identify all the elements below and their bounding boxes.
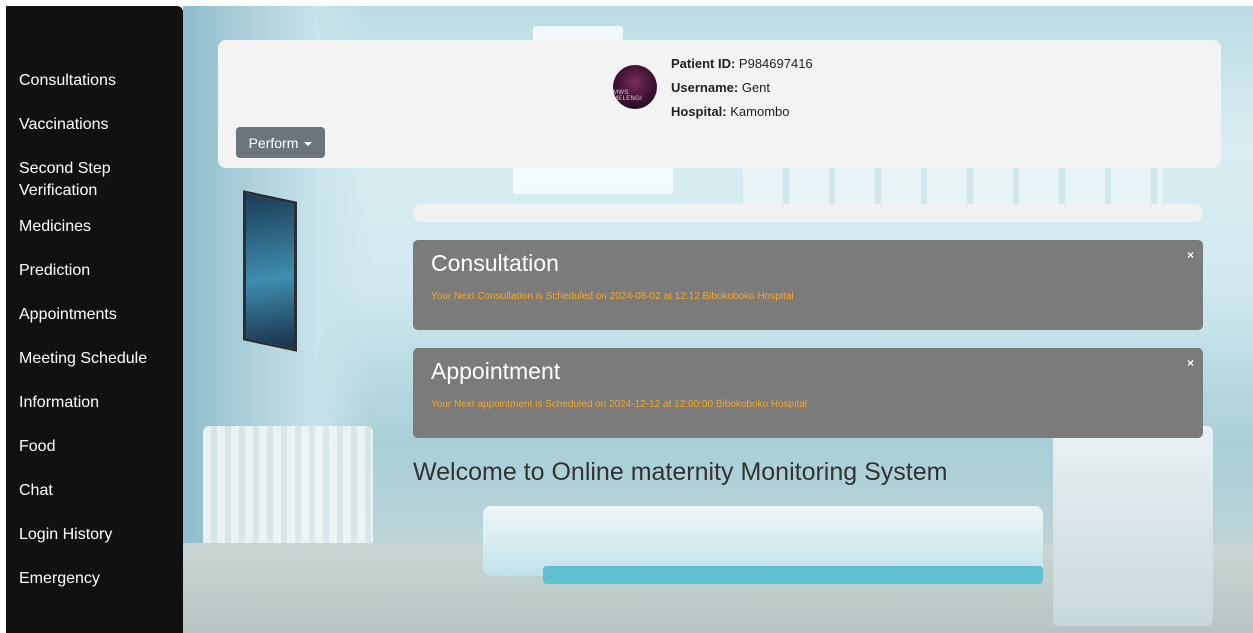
background-medical-machine xyxy=(1053,426,1213,626)
patient-id-label: Patient ID: xyxy=(671,56,736,71)
sidebar-item-prediction[interactable]: Prediction xyxy=(6,260,183,282)
patient-header-card: MWS MELENGI Patient ID: P984697416 Usern… xyxy=(218,40,1221,168)
sidebar-item-information[interactable]: Information xyxy=(6,392,183,414)
sidebar-item-vaccinations[interactable]: Vaccinations xyxy=(6,114,183,136)
avatar[interactable]: MWS MELENGI xyxy=(613,65,657,109)
alert-title: Consultation xyxy=(431,250,559,276)
hospital-label: Hospital: xyxy=(671,104,727,119)
sidebar-item-medicines[interactable]: Medicines xyxy=(6,216,183,238)
sidebar-item-meeting-schedule[interactable]: Meeting Schedule xyxy=(6,348,183,370)
perform-dropdown-button[interactable]: Perform xyxy=(236,127,325,158)
patient-id-row: Patient ID: P984697416 xyxy=(671,52,813,76)
sidebar-item-appointments[interactable]: Appointments xyxy=(6,304,183,326)
background-wall-monitor xyxy=(243,190,297,352)
username-value: Gent xyxy=(741,80,771,95)
sidebar-item-emergency[interactable]: Emergency xyxy=(6,568,183,590)
hospital-value: Kamombo xyxy=(730,104,790,119)
patient-id-value: P984697416 xyxy=(738,56,813,71)
sidebar-item-second-step-verification[interactable]: Second Step Verification xyxy=(6,158,126,202)
sidebar: Consultations Vaccinations Second Step V… xyxy=(6,6,183,633)
chevron-down-icon xyxy=(304,141,313,146)
avatar-logo-text: MWS MELENGI xyxy=(613,90,643,102)
sidebar-item-consultations[interactable]: Consultations xyxy=(6,70,183,92)
appointment-alert: Appointment Your Next appointment is Sch… xyxy=(413,348,1203,438)
sidebar-item-login-history[interactable]: Login History xyxy=(6,524,183,546)
close-icon[interactable]: × xyxy=(1187,248,1194,262)
sidebar-item-chat[interactable]: Chat xyxy=(6,480,183,502)
sidebar-item-food[interactable]: Food xyxy=(6,436,183,458)
username-row: Username: Gent xyxy=(671,76,813,100)
background-bed-rail xyxy=(543,566,1043,584)
background-ceiling-light xyxy=(513,166,673,194)
alert-title: Appointment xyxy=(431,358,561,384)
alert-message: Your Next Consultation is Scheduled on 2… xyxy=(431,291,794,302)
perform-button-label: Perform xyxy=(248,134,299,151)
empty-progress-bar xyxy=(413,204,1203,222)
patient-info: Patient ID: P984697416 Username: Gent Ho… xyxy=(671,52,813,124)
alert-message: Your Next appointment is Scheduled on 20… xyxy=(431,399,808,410)
close-icon[interactable]: × xyxy=(1187,356,1194,370)
username-label: Username: xyxy=(671,80,739,95)
consultation-alert: Consultation Your Next Consultation is S… xyxy=(413,240,1203,330)
welcome-heading: Welcome to Online maternity Monitoring S… xyxy=(413,458,948,486)
hospital-row: Hospital: Kamombo xyxy=(671,100,813,124)
